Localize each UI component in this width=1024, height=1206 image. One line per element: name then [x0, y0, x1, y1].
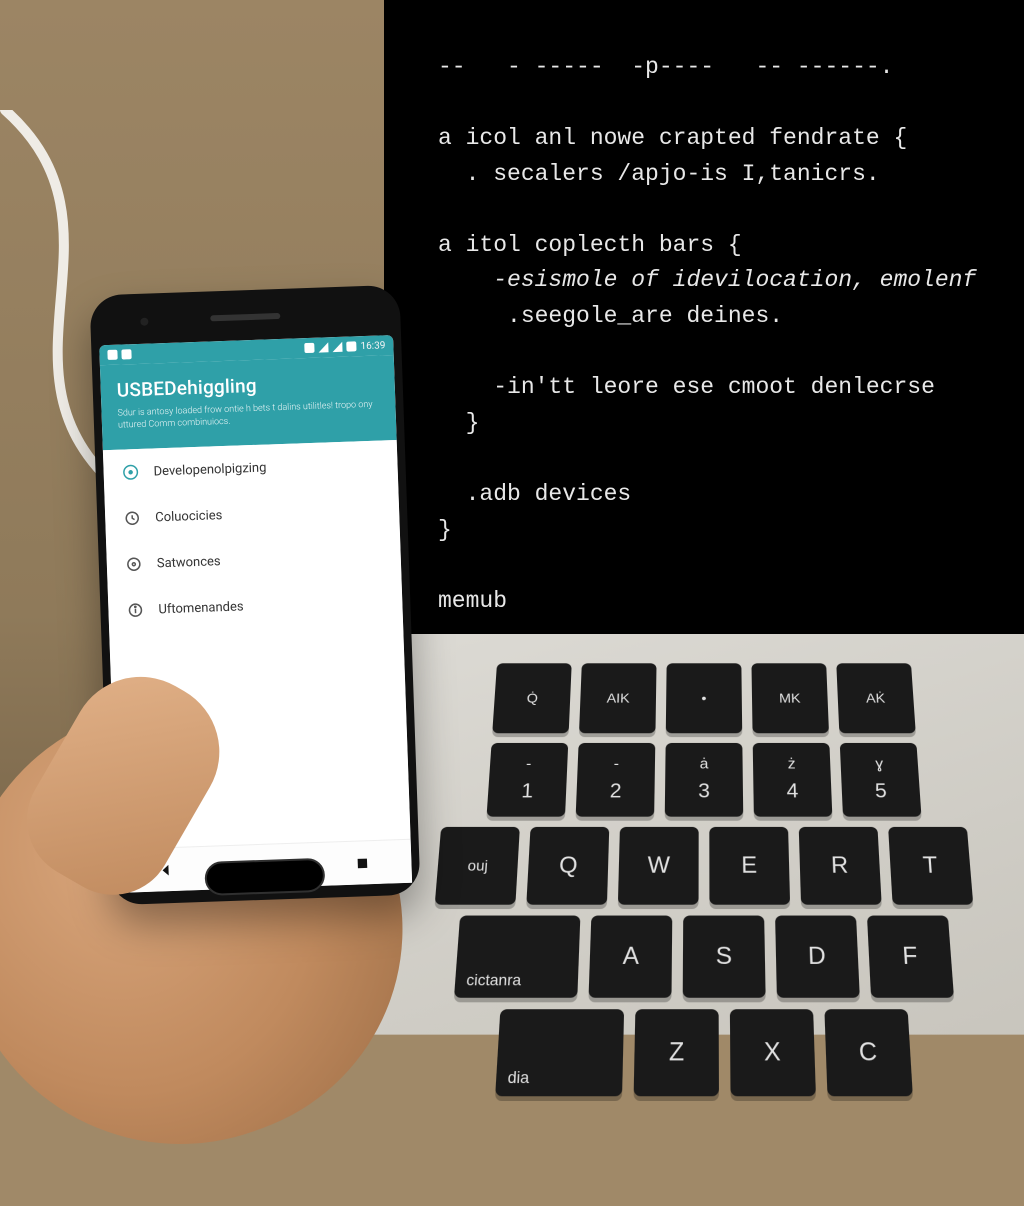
list-item-label: Uftomenandes — [158, 599, 244, 617]
list-item-label: Coluocicies — [155, 508, 223, 525]
key[interactable]: C — [824, 1009, 912, 1096]
key-row-4: dia Z X C — [495, 1009, 913, 1096]
laptop-keyboard: Q̇ AIK • MK AK̇ -1 -2 ȧ3 ż4 ɣ5 ouj Q W E… — [341, 634, 1024, 1035]
key[interactable]: S — [683, 916, 766, 998]
key-row-2: ouj Q W E R T — [435, 827, 974, 905]
list-item-info[interactable]: Uftomenandes — [108, 578, 403, 634]
key-row-3: cictanra A S D F — [454, 916, 954, 998]
cloud-icon — [123, 509, 142, 528]
terminal-line: a icol anl nowe crapted fendrate { — [438, 125, 907, 151]
key[interactable]: W — [618, 827, 699, 905]
terminal-line: a itol coplecth bars { — [438, 232, 742, 258]
key[interactable]: T — [888, 827, 973, 905]
terminal-line: } — [438, 517, 452, 543]
key-row-1: -1 -2 ȧ3 ż4 ɣ5 — [487, 743, 922, 817]
laptop-terminal: -- - ----- -p---- -- ------. a icol anl … — [384, 0, 1024, 640]
terminal-line: .seegole_are deines. — [438, 303, 783, 329]
notification-icon — [121, 349, 131, 359]
list-item-label: Developenolpigzing — [153, 460, 266, 479]
key-row-0: Q̇ AIK • MK AK̇ — [492, 663, 916, 733]
key[interactable]: D — [775, 916, 860, 998]
notification-icon — [107, 350, 117, 360]
battery-icon — [346, 341, 356, 351]
developer-icon — [121, 463, 140, 482]
info-icon — [126, 601, 145, 620]
wifi-icon — [318, 342, 328, 352]
key[interactable]: ɣ5 — [840, 743, 922, 817]
key[interactable]: R — [799, 827, 882, 905]
key[interactable]: Q — [526, 827, 609, 905]
settings-icon — [125, 555, 144, 574]
terminal-line: memub — [438, 588, 507, 614]
nfc-icon — [304, 343, 314, 353]
key[interactable]: dia — [495, 1009, 624, 1096]
terminal-line: .adb devices — [438, 481, 631, 507]
key[interactable]: A — [589, 916, 673, 998]
key[interactable]: F — [867, 916, 954, 998]
clock: 16:39 — [360, 340, 385, 352]
app-header: USBEDehiggling Sdur is antosy loaded fro… — [100, 355, 397, 450]
page-title: USBEDehiggling — [116, 370, 379, 402]
key[interactable]: AK̇ — [836, 663, 915, 733]
key[interactable]: -2 — [576, 743, 656, 817]
list-item-label: Satwonces — [157, 554, 221, 571]
home-button[interactable] — [204, 858, 325, 896]
key[interactable]: ouj — [435, 827, 520, 905]
key[interactable]: -1 — [487, 743, 569, 817]
terminal-line: -- - ----- -p---- -- ------. — [438, 54, 893, 80]
recents-icon[interactable] — [354, 855, 371, 872]
page-subtitle: Sdur is antosy loaded frow ontie h bets … — [117, 399, 380, 432]
signal-icon — [332, 342, 342, 352]
key[interactable]: ȧ3 — [665, 743, 744, 817]
key[interactable]: Z — [634, 1009, 719, 1096]
terminal-line: } — [438, 410, 479, 436]
key[interactable]: • — [666, 663, 742, 733]
key[interactable]: AIK — [579, 663, 657, 733]
key[interactable]: E — [709, 827, 790, 905]
terminal-line: -esismole of idevilocation, emolenf — [438, 267, 976, 293]
key[interactable]: ż4 — [753, 743, 833, 817]
terminal-line: . secalers /apjo-is I,tanicrs. — [438, 161, 880, 187]
key[interactable]: MK — [751, 663, 829, 733]
key[interactable]: Q̇ — [492, 663, 571, 733]
key[interactable]: cictanra — [454, 916, 580, 998]
key[interactable]: X — [730, 1009, 816, 1096]
terminal-line: -in'tt leore ese cmoot denlecrse — [438, 374, 935, 400]
